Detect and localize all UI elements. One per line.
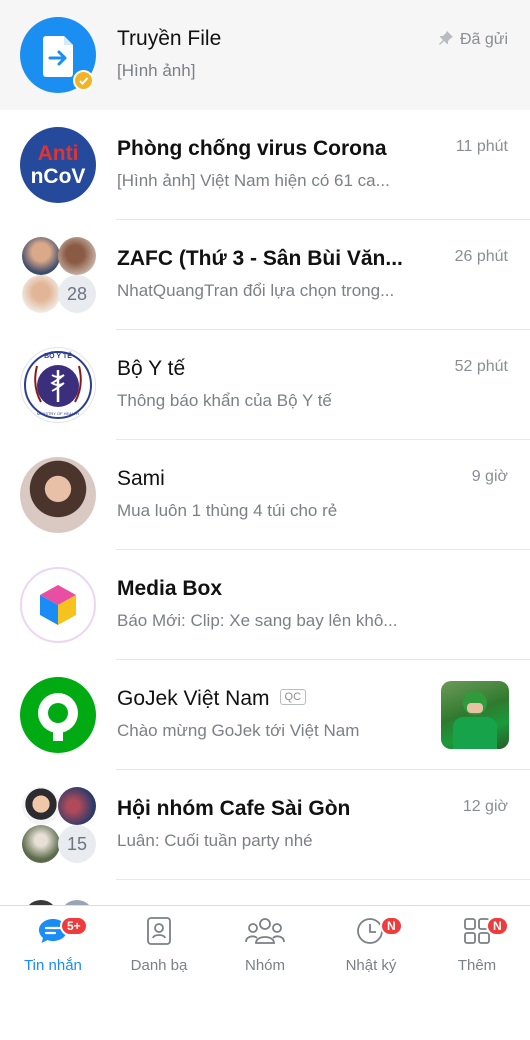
transfer-file-avatar [20, 17, 96, 93]
conversation-title: Phòng chống virus Corona [117, 137, 387, 160]
conversation-item-zafc[interactable]: 28 ZAFC (Thứ 3 - Sân Bùi Văn... NhatQuan… [0, 220, 530, 330]
anti-ncov-avatar: Anti nCoV [20, 127, 96, 203]
user-avatar [20, 457, 96, 533]
tab-label: Nhóm [244, 957, 285, 974]
tab-label: Danh bạ [130, 957, 188, 974]
bottom-tab-bar: 5+ Tin nhắn Danh bạ Nhóm N Nhật ký N Thê… [0, 905, 530, 981]
member-count: 28 [58, 275, 96, 313]
conversation-title: ZAFC (Thứ 3 - Sân Bùi Văn... [117, 247, 403, 270]
conversation-item-bo-y-te[interactable]: BỘ Y TẾ MINISTRY OF HEALTH Bộ Y tế Thông… [0, 330, 530, 440]
group-avatar: 28 [20, 237, 98, 315]
new-badge: N [486, 916, 509, 936]
tab-contacts[interactable]: Danh bạ [106, 906, 212, 981]
conversation-title: Bộ Y tế [117, 357, 186, 380]
conversation-preview: Mua luôn 1 thùng 4 túi cho rẻ [117, 501, 338, 520]
contacts-icon [147, 917, 171, 945]
conversation-preview: [Hình ảnh] Việt Nam hiện có 61 ca... [117, 171, 390, 190]
tab-messages[interactable]: 5+ Tin nhắn [0, 906, 106, 981]
conversation-preview: Chào mừng GoJek tới Việt Nam [117, 721, 360, 740]
conversation-title: Media Box [117, 577, 223, 600]
conversation-item-truyen-file[interactable]: Truyền File [Hình ảnh] Đã gửi [0, 0, 530, 110]
tab-label: Nhật ký [345, 957, 397, 974]
conversation-item-cafe-saigon[interactable]: 15 Hội nhóm Cafe Sài Gòn Luân: Cuối tuần… [0, 770, 530, 880]
conversation-item-corona[interactable]: Anti nCoV Phòng chống virus Corona [Hình… [0, 110, 530, 220]
conversation-item-gojek[interactable]: GoJek Việt Nam QC Chào mừng GoJek tới Việ… [0, 660, 530, 770]
conversation-time: 9 giờ [471, 468, 508, 485]
conversation-time: 26 phút [454, 248, 508, 265]
avatar-text-top: Anti [37, 142, 79, 165]
member-avatar [22, 237, 60, 275]
avatar-text-bottom: nCoV [30, 165, 86, 188]
conversation-preview: Báo Mới: Clip: Xe sang bay lên khô... [117, 611, 398, 630]
conversation-title: GoJek Việt Nam QC [117, 687, 307, 711]
group-avatar: 15 [20, 787, 98, 865]
conversation-title: Hội nhóm Cafe Sài Gòn [117, 797, 351, 820]
member-avatar [22, 275, 60, 313]
conversation-item-partial[interactable] [0, 880, 530, 905]
conversation-list[interactable]: Truyền File [Hình ảnh] Đã gửi Anti nCoV … [0, 0, 530, 905]
conversation-item-sami[interactable]: Sami Mua luôn 1 thùng 4 túi cho rẻ 9 giờ [0, 440, 530, 550]
member-avatar [58, 787, 96, 825]
unread-badge: 5+ [60, 916, 88, 936]
group-icon [245, 918, 285, 944]
gojek-logo [20, 677, 96, 753]
member-avatar [58, 237, 96, 275]
conversation-time: 11 phút [455, 138, 508, 155]
conversation-status: Đã gửi [438, 30, 508, 49]
pin-icon [438, 31, 453, 45]
conversation-preview: [Hình ảnh] [117, 61, 196, 80]
member-count: 15 [58, 825, 96, 863]
conversation-preview: NhatQuangTran đổi lựa chọn trong... [117, 281, 395, 300]
conversation-preview: Thông báo khẩn của Bộ Y tế [117, 391, 332, 410]
conversation-item-media-box[interactable]: Media Box Báo Mới: Clip: Xe sang bay lên… [0, 550, 530, 660]
new-badge: N [380, 916, 403, 936]
conversation-title: Sami [117, 467, 165, 490]
conversation-title-text: GoJek Việt Nam [117, 687, 270, 710]
tab-label: Tin nhắn [24, 957, 82, 974]
tab-timeline[interactable]: N Nhật ký [318, 906, 424, 981]
conversation-time: 52 phút [454, 358, 508, 375]
sent-status-text: Đã gửi [459, 31, 508, 48]
verified-check-icon [73, 70, 94, 91]
ad-thumbnail [441, 681, 509, 749]
conversation-preview: Luân: Cuối tuần party nhé [117, 831, 313, 850]
ad-tag: QC [279, 689, 307, 706]
member-avatar [22, 825, 60, 863]
ministry-of-health-logo: BỘ Y TẾ MINISTRY OF HEALTH [20, 347, 96, 423]
member-avatar [22, 787, 60, 825]
tab-label: Thêm [457, 957, 497, 974]
logo-text-bottom: MINISTRY OF HEALTH [36, 411, 80, 416]
logo-text-top: BỘ Y TẾ [44, 353, 72, 360]
tab-groups[interactable]: Nhóm [212, 906, 318, 981]
tab-more[interactable]: N Thêm [424, 906, 530, 981]
conversation-time: 12 giờ [462, 798, 508, 815]
conversation-title: Truyền File [117, 27, 222, 50]
media-box-logo [20, 567, 96, 643]
